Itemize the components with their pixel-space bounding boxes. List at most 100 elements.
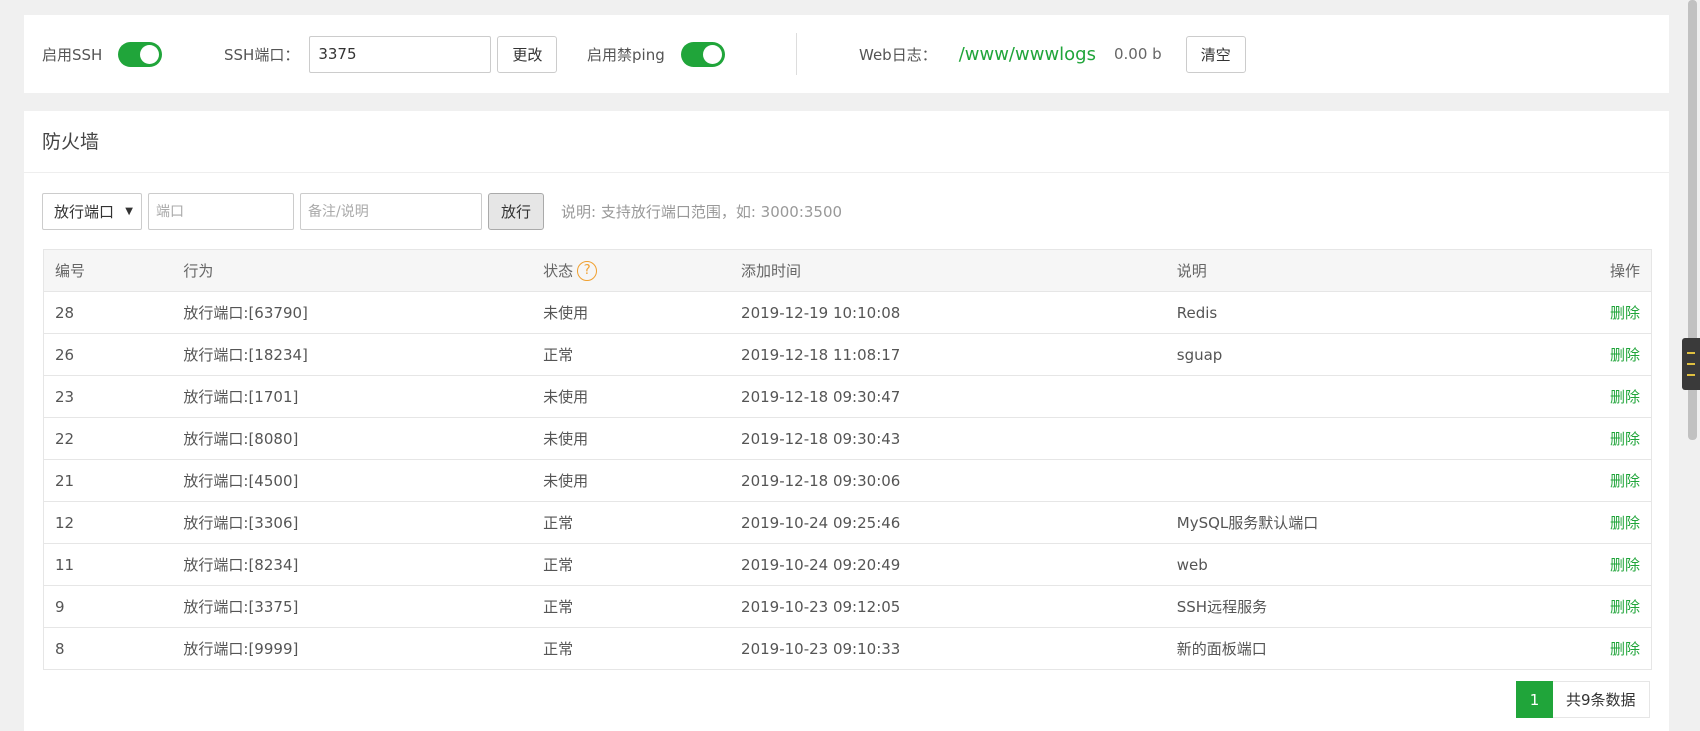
- delete-link[interactable]: 删除: [1610, 598, 1640, 616]
- cell-status: 未使用: [532, 291, 731, 334]
- delete-link[interactable]: 删除: [1610, 640, 1640, 658]
- cell-action: 放行端口:[18234]: [172, 333, 533, 376]
- table-header: 编号 行为 状态? 添加时间 说明 操作: [43, 249, 1652, 292]
- settings-bar: 启用SSH SSH端口： 更改 启用禁ping Web日志： /www/wwwl…: [24, 15, 1669, 93]
- cell-op: 删除: [1465, 543, 1652, 586]
- handle-line: [1687, 352, 1695, 354]
- noping-label: 启用禁ping: [587, 45, 665, 64]
- cell-op: 删除: [1465, 585, 1652, 628]
- cell-action: 放行端口:[3306]: [172, 501, 533, 544]
- cell-op: 删除: [1465, 291, 1652, 334]
- cell-op: 删除: [1465, 501, 1652, 544]
- cell-time: 2019-10-23 09:10:33: [730, 627, 1166, 670]
- ssh-setting: 启用SSH: [42, 15, 163, 93]
- cell-time: 2019-12-18 11:08:17: [730, 333, 1166, 376]
- cell-action: 放行端口:[8234]: [172, 543, 533, 586]
- rule-type-select[interactable]: 放行端口 ▼: [42, 193, 142, 230]
- cell-status: 正常: [532, 627, 731, 670]
- cell-time: 2019-12-18 09:30:06: [730, 459, 1166, 502]
- cell-time: 2019-10-24 09:20:49: [730, 543, 1166, 586]
- col-status-label: 状态: [543, 261, 574, 280]
- cell-time: 2019-12-19 10:10:08: [730, 291, 1166, 334]
- delete-link[interactable]: 删除: [1610, 304, 1640, 322]
- ssh-port-setting: SSH端口： 更改: [224, 15, 558, 93]
- noping-toggle-knob: [702, 44, 722, 64]
- cell-status: 正常: [532, 333, 731, 376]
- cell-time: 2019-10-23 09:12:05: [730, 585, 1166, 628]
- cell-action: 放行端口:[4500]: [172, 459, 533, 502]
- cell-note: SSH远程服务: [1165, 585, 1466, 628]
- cell-time: 2019-12-18 09:30:43: [730, 417, 1166, 460]
- table-row: 11 放行端口:[8234] 正常 2019-10-24 09:20:49 we…: [43, 543, 1652, 586]
- noping-toggle[interactable]: [680, 41, 725, 67]
- cell-status: 未使用: [532, 459, 731, 502]
- weblog-path-link[interactable]: /www/wwwlogs: [959, 44, 1096, 65]
- port-range-hint: 说明: 支持放行端口范围，如: 3000:3500: [561, 203, 843, 221]
- table-row: 26 放行端口:[18234] 正常 2019-12-18 11:08:17 s…: [43, 333, 1652, 376]
- table-row: 12 放行端口:[3306] 正常 2019-10-24 09:25:46 My…: [43, 501, 1652, 544]
- clear-log-button[interactable]: 清空: [1185, 35, 1246, 73]
- pagination: 1 共9条数据: [1516, 681, 1650, 718]
- table-row: 28 放行端口:[63790] 未使用 2019-12-19 10:10:08 …: [43, 291, 1652, 334]
- cell-status: 正常: [532, 501, 731, 544]
- ssh-toggle[interactable]: [118, 41, 163, 67]
- handle-line: [1687, 363, 1695, 365]
- ssh-label: 启用SSH: [42, 45, 103, 64]
- ssh-port-label: SSH端口：: [224, 45, 300, 64]
- caret-down-icon: ▼: [125, 206, 133, 217]
- table-row: 9 放行端口:[3375] 正常 2019-10-23 09:12:05 SSH…: [43, 585, 1652, 628]
- question-circle-icon[interactable]: ?: [577, 261, 598, 282]
- delete-link[interactable]: 删除: [1610, 472, 1640, 490]
- cell-id: 8: [43, 627, 173, 670]
- page-current[interactable]: 1: [1516, 681, 1553, 718]
- cell-status: 正常: [532, 543, 731, 586]
- cell-id: 28: [43, 291, 173, 334]
- table-row: 21 放行端口:[4500] 未使用 2019-12-18 09:30:06 删…: [43, 459, 1652, 502]
- firewall-table: 编号 行为 状态? 添加时间 说明 操作 28 放行端口:[63790] 未使用…: [43, 249, 1652, 670]
- port-input[interactable]: [148, 193, 294, 230]
- weblog-size: 0.00 b: [1113, 45, 1162, 63]
- cell-note: sguap: [1165, 333, 1466, 376]
- rule-type-value: 放行端口: [54, 203, 115, 221]
- cell-status: 正常: [532, 585, 731, 628]
- delete-link[interactable]: 删除: [1610, 346, 1640, 364]
- cell-note: [1165, 459, 1466, 502]
- cell-action: 放行端口:[63790]: [172, 291, 533, 334]
- cell-id: 9: [43, 585, 173, 628]
- table-row: 8 放行端口:[9999] 正常 2019-10-23 09:10:33 新的面…: [43, 627, 1652, 670]
- cell-action: 放行端口:[1701]: [172, 375, 533, 418]
- ssh-port-input[interactable]: [309, 35, 492, 73]
- delete-link[interactable]: 删除: [1610, 388, 1640, 406]
- cell-op: 删除: [1465, 627, 1652, 670]
- side-tool-handle[interactable]: [1682, 338, 1700, 390]
- cell-note: 新的面板端口: [1165, 627, 1466, 670]
- col-id: 编号: [43, 249, 173, 292]
- cell-note: [1165, 375, 1466, 418]
- cell-op: 删除: [1465, 417, 1652, 460]
- cell-note: MySQL服务默认端口: [1165, 501, 1466, 544]
- delete-link[interactable]: 删除: [1610, 514, 1640, 532]
- table-row: 23 放行端口:[1701] 未使用 2019-12-18 09:30:47 删…: [43, 375, 1652, 418]
- table-row: 22 放行端口:[8080] 未使用 2019-12-18 09:30:43 删…: [43, 417, 1652, 460]
- delete-link[interactable]: 删除: [1610, 556, 1640, 574]
- cell-id: 11: [43, 543, 173, 586]
- cell-time: 2019-10-24 09:25:46: [730, 501, 1166, 544]
- delete-link[interactable]: 删除: [1610, 430, 1640, 448]
- page-total-count: 共9条数据: [1553, 681, 1650, 718]
- cell-status: 未使用: [532, 417, 731, 460]
- col-action: 行为: [172, 249, 533, 292]
- change-port-button[interactable]: 更改: [497, 35, 558, 73]
- cell-op: 删除: [1465, 459, 1652, 502]
- cell-note: web: [1165, 543, 1466, 586]
- cell-id: 12: [43, 501, 173, 544]
- cell-action: 放行端口:[9999]: [172, 627, 533, 670]
- note-input[interactable]: [300, 193, 482, 230]
- cell-op: 删除: [1465, 333, 1652, 376]
- release-button[interactable]: 放行: [488, 193, 545, 230]
- cell-op: 删除: [1465, 375, 1652, 418]
- cell-note: [1165, 417, 1466, 460]
- divider: [796, 33, 797, 75]
- col-note: 说明: [1165, 249, 1466, 292]
- cell-id: 23: [43, 375, 173, 418]
- cell-time: 2019-12-18 09:30:47: [730, 375, 1166, 418]
